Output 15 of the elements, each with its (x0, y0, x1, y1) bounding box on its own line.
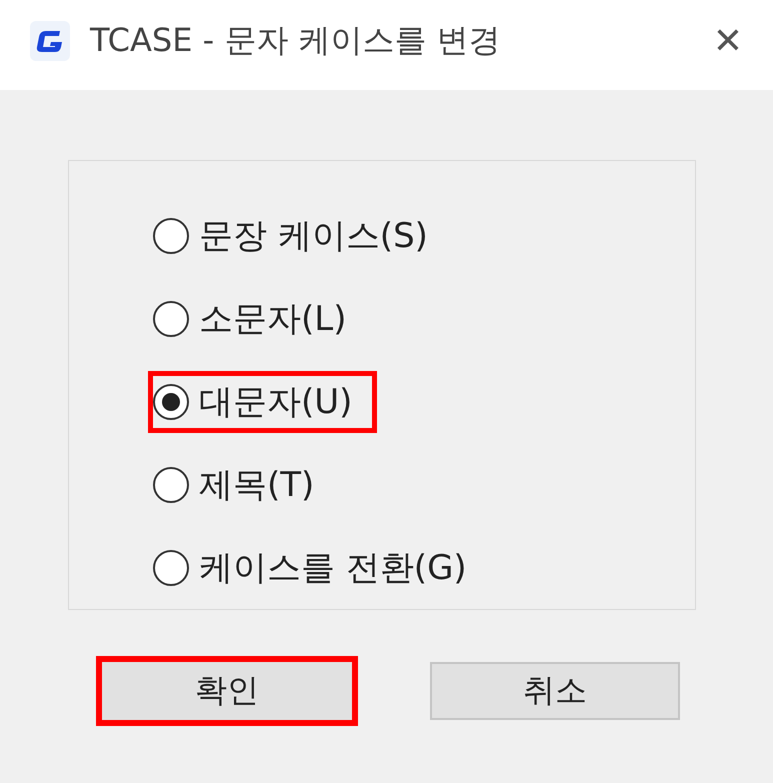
option-label[interactable]: 대문자(U) (199, 379, 352, 425)
app-logo-icon (30, 21, 70, 61)
option-label[interactable]: 케이스를 전환(G) (199, 545, 467, 591)
dialog-button[interactable]: 취소 (430, 662, 680, 720)
radio-button[interactable] (153, 301, 189, 337)
window-title: TCASE - 문자 케이스를 변경 (90, 20, 502, 61)
dialog-button[interactable]: 확인 (102, 662, 352, 720)
option-label[interactable]: 소문자(L) (199, 296, 346, 342)
option-label[interactable]: 제목(T) (199, 462, 314, 508)
radio-button[interactable] (153, 550, 189, 586)
radio-button[interactable] (153, 218, 189, 254)
option-label[interactable]: 문장 케이스(S) (199, 213, 428, 259)
radio-button[interactable] (153, 384, 189, 420)
radio-button[interactable] (153, 467, 189, 503)
close-button[interactable]: ✕ (702, 20, 753, 62)
